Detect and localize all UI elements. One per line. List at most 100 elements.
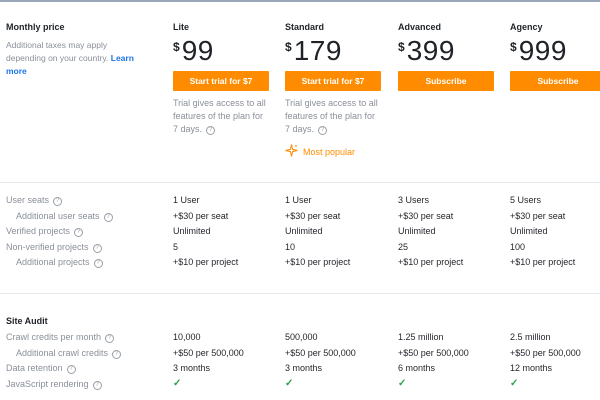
- check-icon: ✓: [398, 377, 407, 389]
- row-label-text: Verified projects: [6, 226, 71, 236]
- row-label: Non-verified projects?: [6, 242, 102, 253]
- question-circle-icon[interactable]: ?: [92, 243, 102, 253]
- row-value: 1 User: [285, 195, 312, 205]
- row-value: 5: [173, 241, 179, 252]
- row-value: 5 Users: [510, 195, 542, 205]
- plan-column: Standard $179 Start trial for $7 Trial give…: [285, 22, 381, 159]
- row-label: Verified projects?: [6, 226, 84, 237]
- start-trial-button[interactable]: Start trial for $7: [173, 71, 269, 91]
- row-label: Additional user seats?: [6, 211, 113, 222]
- start-trial-button[interactable]: Start trial for $7: [285, 71, 381, 91]
- row-value: +$10 per project: [285, 257, 351, 267]
- top-border: [0, 0, 600, 2]
- row-value: +$50 per 500,000: [510, 347, 581, 358]
- price-amount: 999: [518, 35, 567, 66]
- row-label: Crawl credits per month?: [6, 332, 115, 343]
- subscribe-button[interactable]: Subscribe: [398, 71, 494, 91]
- question-circle-icon[interactable]: ?: [103, 212, 113, 222]
- most-popular-badge: Most popular: [285, 144, 381, 159]
- row-value: 3 Users: [398, 195, 430, 205]
- row-label-text: Data retention: [6, 363, 63, 373]
- price-amount: 99: [181, 35, 214, 66]
- trial-note: Trial gives access to all features of th…: [285, 97, 381, 136]
- section-divider: [0, 293, 600, 294]
- check-icon: ✓: [285, 377, 294, 389]
- row-label-text: Additional user seats: [16, 210, 100, 221]
- plan-price: $99: [173, 37, 269, 65]
- plan-column: Agency $999 Subscribe: [510, 22, 600, 91]
- question-circle-icon[interactable]: ?: [318, 126, 328, 135]
- row-value: 3 months: [173, 363, 211, 373]
- row-value: 10,000: [173, 332, 201, 342]
- question-circle-icon[interactable]: ?: [206, 126, 216, 135]
- price-amount: 399: [406, 35, 455, 66]
- row-label: Additional crawl credits?: [6, 347, 122, 359]
- question-circle-icon[interactable]: ?: [92, 380, 102, 390]
- row-label-text: Additional projects: [16, 257, 90, 267]
- tax-note: Additional taxes may apply depending on …: [6, 39, 144, 78]
- row-label: JavaScript rendering?: [6, 379, 102, 390]
- row-value: 25: [398, 241, 409, 252]
- row-value: 6 months: [398, 363, 436, 373]
- subscribe-button[interactable]: Subscribe: [510, 71, 600, 91]
- sparkle-icon: [285, 144, 303, 159]
- row-value: +$10 per project: [173, 257, 239, 267]
- question-circle-icon[interactable]: ?: [93, 259, 103, 268]
- row-value: 10: [285, 241, 296, 252]
- trial-note: Trial gives access to all features of th…: [173, 97, 269, 136]
- pricing-header-left: Monthly price Additional taxes may apply…: [6, 22, 156, 78]
- row-value: +$30 per seat: [173, 210, 229, 221]
- monthly-price-title: Monthly price: [6, 22, 65, 32]
- row-label: Data retention?: [6, 363, 76, 374]
- row-label-text: Crawl credits per month: [6, 332, 102, 342]
- plan-name: Lite: [173, 22, 190, 32]
- section-divider: [0, 182, 600, 183]
- trial-note-text: Trial gives access to all features of th…: [173, 98, 266, 134]
- question-circle-icon[interactable]: ?: [105, 334, 115, 343]
- row-label-text: Non-verified projects: [6, 241, 89, 252]
- trial-note-text: Trial gives access to all features of th…: [285, 98, 378, 134]
- check-icon: ✓: [510, 377, 519, 389]
- price-amount: 179: [293, 35, 342, 66]
- question-circle-icon[interactable]: ?: [53, 197, 63, 206]
- row-value: +$30 per seat: [398, 210, 454, 221]
- row-value: 3 months: [285, 363, 323, 373]
- plan-name: Advanced: [398, 22, 442, 32]
- row-value: +$50 per 500,000: [398, 347, 469, 358]
- plan-price: $999: [510, 37, 600, 65]
- row-value: Unlimited: [285, 226, 323, 236]
- row-value: 1 User: [173, 195, 200, 205]
- check-icon: ✓: [173, 377, 182, 389]
- row-value: +$10 per project: [510, 257, 576, 267]
- site-audit-title: Site Audit: [6, 316, 48, 326]
- plan-price: $179: [285, 37, 381, 65]
- row-value: +$50 per 500,000: [173, 347, 244, 358]
- most-popular-label: Most popular: [303, 146, 356, 157]
- row-value: Unlimited: [510, 226, 548, 236]
- row-value: 12 months: [510, 363, 553, 373]
- plan-column: Lite $99 Start trial for $7 Trial gives acc…: [173, 22, 269, 136]
- row-value: +$30 per seat: [285, 210, 341, 221]
- question-circle-icon[interactable]: ?: [112, 349, 122, 359]
- row-value: Unlimited: [173, 226, 211, 236]
- plan-column: Advanced $399 Subscribe: [398, 22, 494, 91]
- row-label: Additional projects?: [6, 257, 103, 268]
- row-value: 2.5 million: [510, 332, 551, 342]
- row-label-text: Additional crawl credits: [16, 347, 109, 358]
- price-currency: $: [285, 40, 292, 54]
- question-circle-icon[interactable]: ?: [66, 365, 76, 374]
- row-value: +$30 per seat: [510, 210, 566, 221]
- row-value: 1.25 million: [398, 332, 444, 342]
- row-value: 100: [510, 241, 526, 252]
- row-label: User seats?: [6, 195, 63, 206]
- plan-price: $399: [398, 37, 494, 65]
- row-label-text: User seats: [6, 195, 50, 205]
- plan-name: Agency: [510, 22, 543, 32]
- plan-name: Standard: [285, 22, 325, 32]
- row-label-text: JavaScript rendering: [6, 378, 89, 389]
- question-circle-icon[interactable]: ?: [74, 228, 84, 237]
- row-value: 500,000: [285, 332, 318, 342]
- price-currency: $: [398, 40, 405, 54]
- row-value: +$10 per project: [398, 257, 464, 267]
- price-currency: $: [510, 40, 517, 54]
